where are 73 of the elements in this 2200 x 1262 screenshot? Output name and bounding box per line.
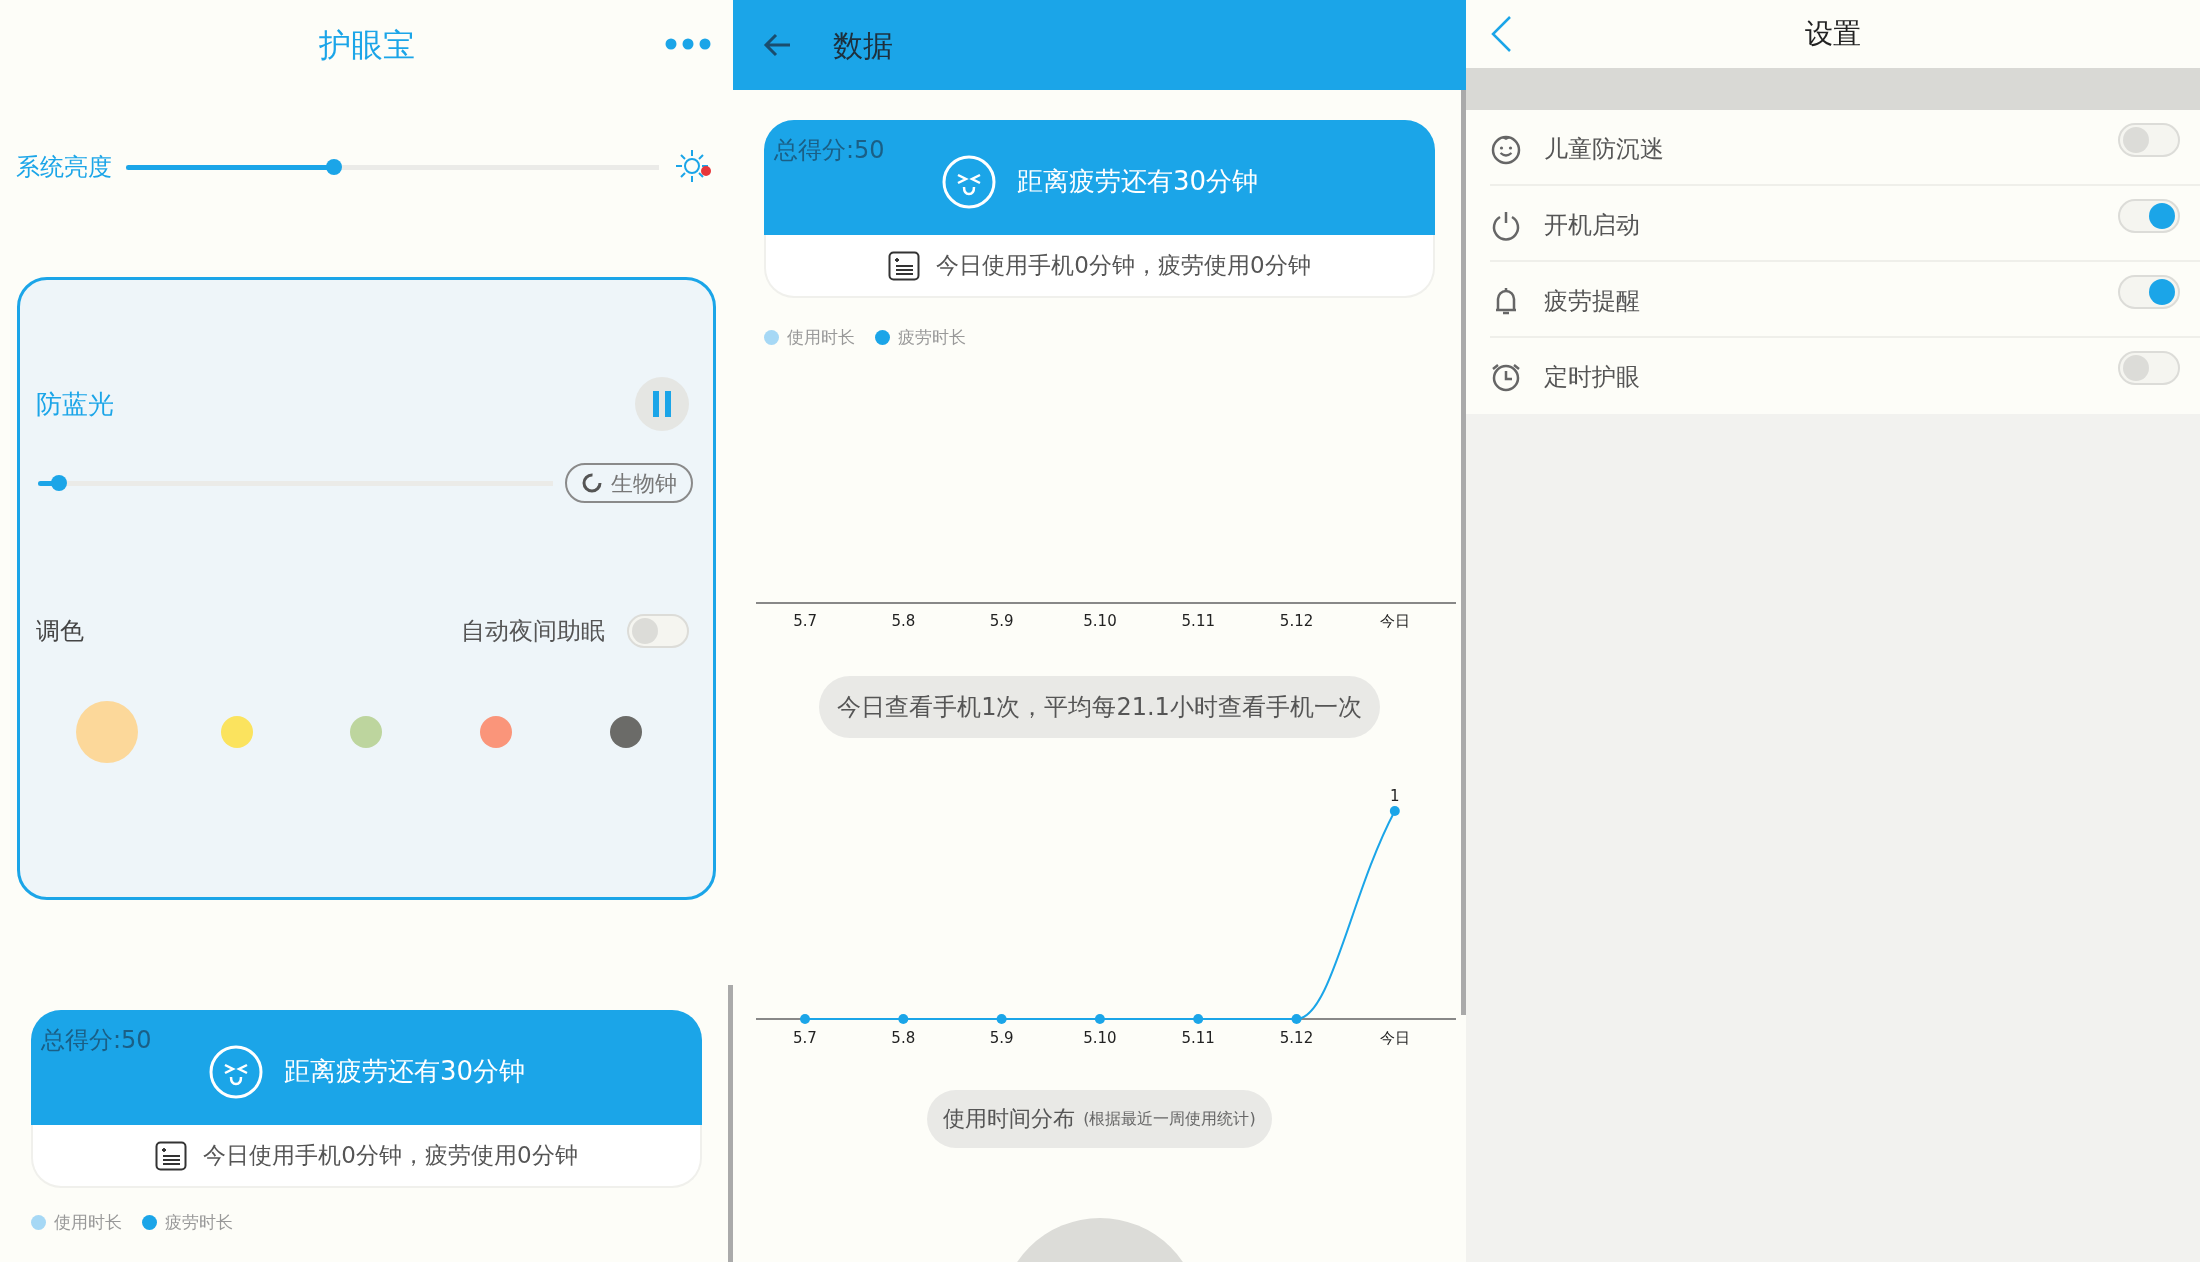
axis-label: 5.7	[793, 611, 818, 632]
data-point	[996, 1013, 1007, 1024]
toggle-switch[interactable]	[2118, 123, 2180, 157]
color-swatch[interactable]	[610, 716, 643, 748]
axis-label: 今日	[1379, 1028, 1410, 1047]
scrollbar[interactable]	[728, 985, 733, 1262]
color-swatch[interactable]	[350, 716, 383, 748]
axis-label: 5.11	[1181, 1028, 1215, 1047]
axis-label: 5.12	[1279, 1028, 1314, 1047]
data-point	[1291, 1013, 1302, 1024]
check-summary: 今日查看手机1次，平均每21.1小时查看手机一次	[819, 675, 1380, 738]
back-arrow-icon[interactable]	[763, 33, 791, 57]
setting-label: 定时护眼	[1544, 362, 1640, 393]
axis-label: 5.8	[891, 1028, 916, 1047]
setting-label: 疲劳提醒	[1544, 286, 1640, 317]
usage-summary: 今日使用手机0分钟，疲劳使用0分钟	[203, 1141, 578, 1171]
data-point	[800, 1013, 810, 1024]
value-label: 1	[1390, 786, 1400, 805]
axis-label: 今日	[1379, 611, 1410, 632]
usage-summary: 今日使用手机0分钟，疲劳使用0分钟	[936, 251, 1311, 281]
scrollbar[interactable]	[1461, 90, 1466, 1015]
axis-label: 5.9	[989, 1028, 1014, 1047]
auto-night-label: 自动夜间助眠	[461, 616, 605, 647]
toggle-switch[interactable]	[627, 614, 689, 648]
distribution-note: (根据最近一周使用统计)	[1083, 1107, 1256, 1130]
back-chevron-icon[interactable]	[1490, 15, 1512, 53]
row-icon	[1490, 133, 1522, 165]
color-swatch[interactable]	[480, 716, 513, 748]
score-text: 总得分:50	[774, 135, 885, 166]
toggle-switch[interactable]	[2118, 199, 2180, 233]
brightness-label: 系统亮度	[16, 152, 112, 183]
face-icon	[207, 1043, 264, 1100]
setting-label: 儿童防沉迷	[1544, 134, 1664, 165]
bio-clock-button[interactable]: 生物钟	[565, 463, 693, 503]
screen-title: 数据	[833, 26, 893, 65]
setting-label: 开机启动	[1544, 210, 1640, 241]
ring-icon	[581, 472, 603, 494]
face-icon	[940, 153, 997, 210]
more-menu-icon[interactable]	[665, 38, 711, 50]
screen-title: 设置	[1805, 16, 1861, 52]
data-point	[1193, 1013, 1204, 1024]
toggle-switch[interactable]	[2118, 275, 2180, 309]
slider-thumb[interactable]	[50, 475, 67, 491]
filter-title: 防蓝光	[36, 387, 114, 421]
data-point	[1094, 1013, 1105, 1024]
data-point	[1389, 805, 1400, 816]
toggle-switch[interactable]	[2118, 351, 2180, 385]
axis-label: 5.8	[891, 611, 916, 632]
fatigue-countdown: 距离疲劳还有30分钟	[1016, 165, 1259, 198]
axis-label: 5.7	[793, 1028, 817, 1047]
axis-label: 5.12	[1279, 611, 1314, 632]
legend-label: 疲劳时长	[165, 1211, 233, 1234]
data-point	[898, 1013, 909, 1024]
list-icon	[888, 250, 921, 281]
tint-label: 调色	[36, 616, 84, 647]
color-swatch[interactable]	[220, 716, 253, 748]
axis-label: 5.11	[1181, 611, 1215, 632]
axis-label: 5.10	[1083, 611, 1117, 632]
legend-label: 使用时长	[54, 1211, 122, 1234]
axis-label: 5.10	[1083, 1028, 1117, 1047]
row-icon	[1490, 361, 1522, 393]
legend-label: 疲劳时长	[898, 326, 966, 349]
legend-label: 使用时长	[787, 326, 855, 349]
slider-thumb[interactable]	[325, 159, 342, 175]
distribution-title: 使用时间分布	[943, 1105, 1076, 1133]
app-title: 护眼宝	[318, 25, 415, 66]
pause-icon	[653, 391, 671, 417]
row-icon	[1490, 209, 1522, 241]
list-icon	[155, 1140, 188, 1171]
score-text: 总得分:50	[41, 1025, 152, 1056]
fatigue-countdown: 距离疲劳还有30分钟	[283, 1055, 526, 1088]
axis-label: 5.9	[989, 611, 1014, 632]
pause-button[interactable]	[635, 377, 689, 431]
